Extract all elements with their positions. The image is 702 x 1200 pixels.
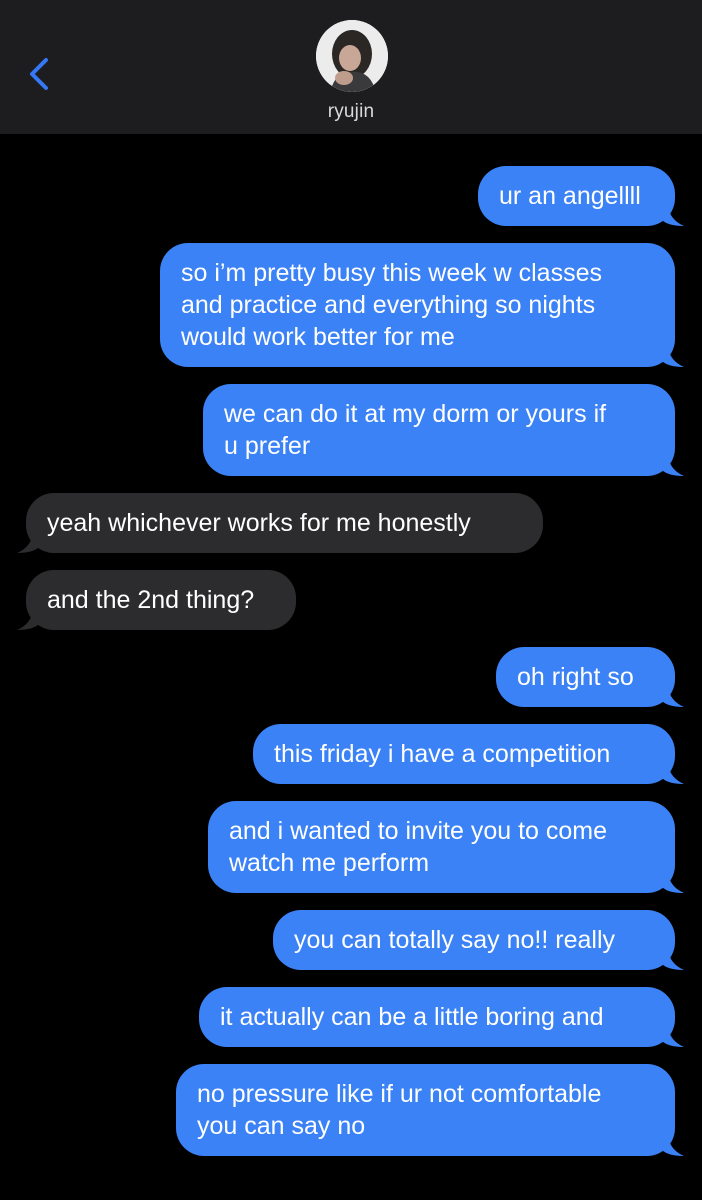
message-text: this friday i have a competition [274,740,611,768]
bubble-tail [662,347,684,367]
message-text: and i wanted to invite you to come watch… [229,817,608,877]
bubble-tail [662,950,684,970]
sent-message-bubble[interactable]: we can do it at my dorm or yours if u pr… [203,384,684,476]
message-text: you can totally say no!! really [294,926,615,954]
contact-avatar[interactable] [316,20,388,92]
message-text: yeah whichever works for me honestly [47,509,471,537]
bubble-tail [662,687,684,707]
back-button[interactable] [22,52,62,96]
message-text: we can do it at my dorm or yours if u pr… [224,400,607,460]
message-text: it actually can be a little boring and [220,1003,604,1031]
received-message-bubble[interactable]: yeah whichever works for me honestly [17,493,543,553]
bubble-tail [662,873,684,893]
bubble-tail [662,206,684,226]
contact-photo [316,20,388,92]
message-text: so i’m pretty busy this week w classes a… [181,259,602,351]
message-text: no pressure like if ur not comfortable y… [197,1080,602,1140]
bubble-tail [17,533,39,553]
sent-message-bubble[interactable]: ur an angellll [478,166,684,226]
bubble-tail [662,456,684,476]
chevron-left-icon [30,58,48,90]
bubble-tail [662,764,684,784]
message-text: oh right so [517,663,634,691]
sent-message-bubble[interactable]: this friday i have a competition [253,724,684,784]
sent-message-bubble[interactable]: it actually can be a little boring and [199,987,684,1047]
received-message-bubble[interactable]: and the 2nd thing? [17,570,296,630]
bubble-tail [662,1027,684,1047]
sent-message-bubble[interactable]: you can totally say no!! really [273,910,684,970]
sent-message-bubble[interactable]: so i’m pretty busy this week w classes a… [160,243,684,367]
sent-message-bubble[interactable]: and i wanted to invite you to come watch… [208,801,684,893]
bubble-tail [662,1136,684,1156]
conversation-header: ryujin [0,0,702,134]
bubble-tail [17,610,39,630]
message-text: and the 2nd thing? [47,586,255,614]
sent-message-bubble[interactable]: no pressure like if ur not comfortable y… [176,1064,684,1156]
message-thread-screen: ryujin ur an angellll so i’m pretty busy … [0,0,702,1200]
message-text: ur an angellll [499,182,641,210]
sent-message-bubble[interactable]: oh right so [496,647,684,707]
contact-name: ryujin [327,101,375,122]
